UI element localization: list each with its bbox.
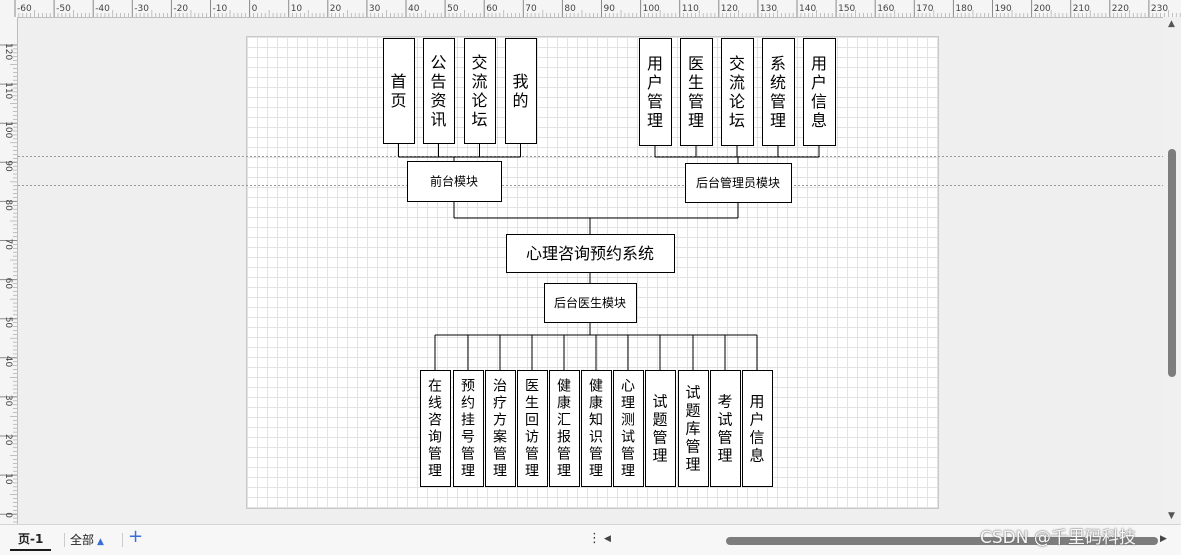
ruler-top-label: 130: [760, 4, 777, 14]
ruler-left-label: 100: [3, 121, 13, 138]
doctor-item-label: 健康汇报管理: [557, 379, 571, 480]
tab-separator: [64, 533, 65, 547]
doctor-item-label: 治疗方案管理: [493, 379, 507, 480]
vertical-scroll-thumb[interactable]: [1168, 149, 1176, 377]
ruler-left-label: 40: [3, 356, 13, 368]
doctor-item-label: 医生回访管理: [525, 379, 539, 480]
vertical-ruler-scale: 1201101009080706050403020100: [0, 43, 17, 550]
plus-icon[interactable]: +: [128, 527, 143, 547]
doctor-module-label: 后台医生模块: [554, 295, 626, 310]
scroll-down-arrow-icon[interactable]: ▼: [1168, 511, 1175, 521]
ruler-top-label: 30: [369, 4, 381, 14]
ruler-left-label: 50: [3, 317, 13, 329]
admin-item-label: 交流论坛: [729, 54, 745, 130]
admin-item-label: 用户管理: [647, 54, 663, 130]
caret-up-icon: ▲: [97, 537, 104, 547]
org-chart: 首页公告资讯交流论坛我的前台模块用户管理医生管理交流论坛系统管理用户信息后台管理…: [383, 38, 836, 487]
doctor-item-label: 用户信息: [749, 392, 764, 464]
vertical-ruler: 120 110 100 90 80 70 60 50 40 30 20 10 0: [0, 17, 18, 550]
ruler-top-label: 230: [1151, 4, 1168, 14]
ruler-top-label: 170: [916, 4, 933, 14]
admin-item-label: 用户信息: [811, 54, 827, 130]
ruler-top-label: 140: [799, 4, 816, 14]
ruler-top-label: 150: [838, 4, 855, 14]
ruler-top-label: 90: [604, 4, 616, 14]
ruler-left-label: 0: [3, 512, 13, 518]
scroll-up-arrow-icon[interactable]: ▲: [1168, 19, 1175, 29]
ruler-left-label: 30: [3, 395, 13, 407]
admin-item-label: 医生管理: [688, 54, 704, 130]
ruler-top-label: 20: [330, 4, 342, 14]
doctor-item-label: 健康知识管理: [589, 379, 603, 480]
ruler-top-label: 160: [877, 4, 894, 14]
ruler-top-label: -40: [95, 4, 110, 14]
ruler-top-label: 0: [252, 4, 258, 14]
ruler-left-label: 60: [3, 278, 13, 290]
watermark: CSDN @千里码科技: [980, 528, 1136, 548]
ruler-top-label: -50: [56, 4, 71, 14]
tab-page-1[interactable]: 页-1: [10, 529, 52, 551]
ruler-top-label: -30: [134, 4, 149, 14]
front-item-label: 交流论坛: [471, 53, 487, 129]
horizontal-ruler-scale: -60 -50 -40 -30 -20 -10 0 10 20 30 40 50 60 70 80 90 100…: [14, 0, 1181, 17]
doctor-item-label: 试题管理: [652, 392, 667, 464]
scroll-right-arrow-icon[interactable]: ▶: [1160, 534, 1167, 544]
doctor-item-label: 试题库管理: [685, 383, 700, 473]
ruler-top-label: 110: [682, 4, 699, 14]
ruler-top-label: 100: [643, 4, 660, 14]
admin-module-label: 后台管理员模块: [696, 175, 780, 190]
ruler-top-label: 190: [995, 4, 1012, 14]
ruler-top-label: 70: [525, 4, 537, 14]
ruler-left-label: 120: [3, 43, 13, 60]
doctor-item-label: 心理测试管理: [621, 379, 635, 480]
drawing-canvas[interactable]: 首页 公告资讯 交流论坛 我的 前台模块 用户管理 医生管理 交流论坛 系统管理 用户信息 后台管理…: [18, 18, 1163, 524]
ruler-top-label: 10: [291, 4, 303, 14]
ruler-top-label: -20: [173, 4, 188, 14]
tab-all-pages[interactable]: 全部 ▲: [70, 531, 104, 548]
ruler-left-label: 70: [3, 239, 13, 251]
front-item-label: 我的: [512, 72, 528, 110]
ruler-top-label: -60: [17, 4, 32, 14]
tab-separator: [122, 533, 123, 547]
ruler-left-label: 90: [3, 160, 13, 172]
ruler-top-label: 60: [486, 4, 498, 14]
front-module-label: 前台模块: [430, 173, 478, 188]
ruler-top-label: 180: [955, 4, 972, 14]
ruler-left-label: 10: [3, 473, 13, 485]
ruler-top-label: 50: [447, 4, 459, 14]
scroll-left-arrow-icon[interactable]: ◀: [604, 534, 611, 544]
more-options-icon[interactable]: ⋮: [588, 531, 601, 546]
vertical-scrollbar[interactable]: ▲ ▼: [1163, 17, 1181, 524]
ruler-top-label: -10: [213, 4, 228, 14]
horizontal-ruler: -60 -50 -40 -30 -20 -10 0 10 20 30 40 50 60 70 80 90 100…: [0, 0, 1181, 18]
ruler-left-label: 80: [3, 199, 13, 211]
doctor-item-label: 预约挂号管理: [461, 379, 475, 480]
ruler-left-label: 110: [3, 82, 13, 99]
front-item-label: 公告资讯: [430, 53, 446, 129]
root-system-label: 心理咨询预约系统: [526, 244, 654, 263]
ruler-left-label: 20: [3, 434, 13, 446]
ruler-top-label: 220: [1112, 4, 1129, 14]
admin-item-label: 系统管理: [770, 54, 786, 130]
ruler-top-label: 80: [564, 4, 576, 14]
tab-all-label: 全部: [70, 533, 95, 547]
ruler-top-label: 120: [721, 4, 738, 14]
ruler-top-label: 40: [408, 4, 420, 14]
doctor-item-label: 考试管理: [717, 392, 732, 464]
front-item-label: 首页: [390, 72, 406, 110]
ruler-top-label: 200: [1034, 4, 1051, 14]
doctor-item-label: 在线咨询管理: [428, 379, 442, 480]
ruler-top-label: 210: [1073, 4, 1090, 14]
